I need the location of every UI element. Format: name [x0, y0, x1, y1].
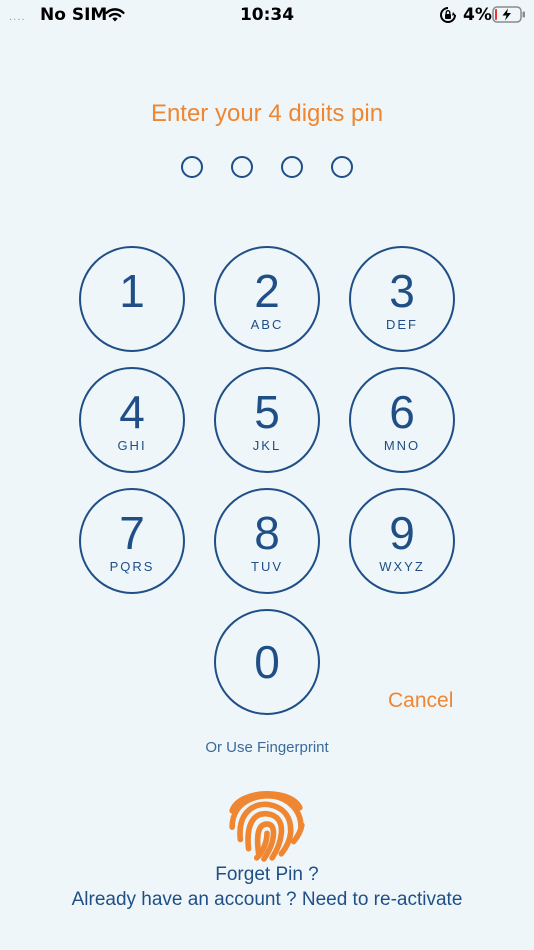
fingerprint-icon[interactable]: [226, 780, 308, 862]
key-digit: 9: [389, 507, 415, 559]
key-digit: 5: [254, 386, 280, 438]
key-6[interactable]: 6 MNO: [349, 367, 455, 473]
forget-pin-link[interactable]: Forget Pin ?: [0, 864, 534, 886]
pin-dot: [281, 156, 303, 178]
rotation-lock-icon: [440, 7, 456, 23]
key-digit: 3: [389, 265, 415, 317]
pin-dot: [331, 156, 353, 178]
status-bar: .... No SIM 10:34 4%: [0, 0, 534, 30]
key-letters: JKL: [252, 438, 282, 453]
pin-dot: [181, 156, 203, 178]
key-1[interactable]: 1: [79, 246, 185, 352]
pin-indicator: [0, 156, 534, 178]
key-digit: 7: [119, 507, 145, 559]
battery-percentage: 4%: [463, 5, 492, 25]
key-letters: PQRS: [109, 559, 155, 574]
key-0[interactable]: 0: [214, 609, 320, 715]
key-digit: 2: [254, 265, 280, 317]
key-2[interactable]: 2 ABC: [214, 246, 320, 352]
key-7[interactable]: 7 PQRS: [79, 488, 185, 594]
key-4[interactable]: 4 GHI: [79, 367, 185, 473]
key-letters: ABC: [250, 317, 284, 332]
key-9[interactable]: 9 WXYZ: [349, 488, 455, 594]
key-digit: 4: [119, 386, 145, 438]
cancel-button[interactable]: Cancel: [388, 689, 453, 713]
key-letters: DEF: [386, 317, 418, 332]
key-8[interactable]: 8 TUV: [214, 488, 320, 594]
key-digit: 0: [254, 636, 280, 688]
key-digit: 1: [119, 265, 145, 317]
pin-dot: [231, 156, 253, 178]
key-letters: MNO: [383, 438, 421, 453]
key-digit: 6: [389, 386, 415, 438]
key-digit: 8: [254, 507, 280, 559]
fingerprint-label: Or Use Fingerprint: [205, 739, 329, 756]
key-letters: WXYZ: [379, 559, 425, 574]
reactivate-link[interactable]: Already have an account ? Need to re-act…: [0, 889, 534, 911]
key-3[interactable]: 3 DEF: [349, 246, 455, 352]
battery-charging-icon: [492, 6, 525, 23]
key-5[interactable]: 5 JKL: [214, 367, 320, 473]
key-letters: GHI: [117, 438, 147, 453]
pin-prompt-title: Enter your 4 digits pin: [150, 100, 384, 127]
key-letters: TUV: [251, 559, 283, 574]
